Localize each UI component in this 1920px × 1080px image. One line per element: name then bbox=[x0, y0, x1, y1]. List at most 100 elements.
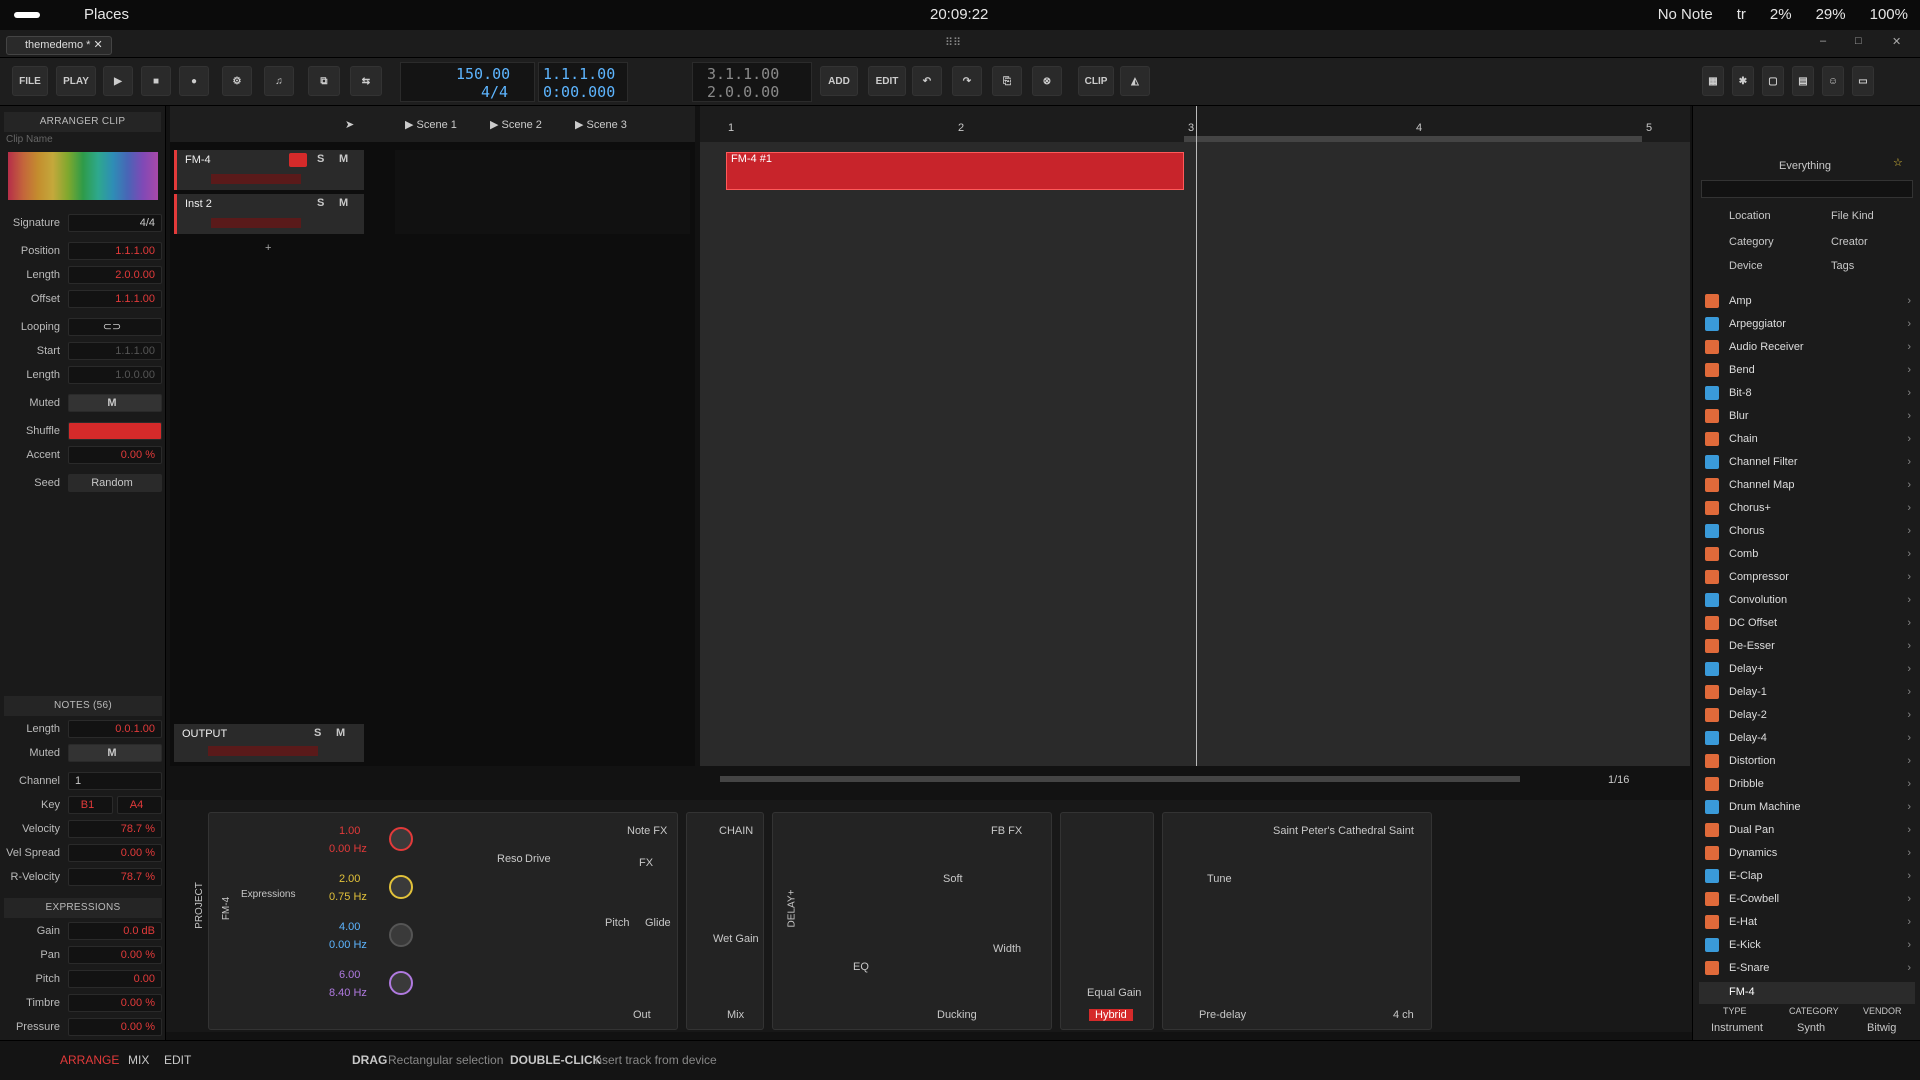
track-fm4-name[interactable]: FM-4 bbox=[185, 154, 211, 166]
monitor-icon[interactable]: ▭ bbox=[1852, 66, 1874, 96]
pitch-field[interactable]: 0.00 bbox=[68, 970, 162, 988]
browser-item[interactable]: Chain › bbox=[1705, 428, 1915, 450]
offset-field[interactable]: 1.1.1.00 bbox=[68, 290, 162, 308]
filter-creator[interactable]: Creator bbox=[1831, 236, 1868, 248]
browser-item[interactable]: DC Offset › bbox=[1705, 612, 1915, 634]
op1-hz[interactable]: 0.00 Hz bbox=[329, 843, 367, 855]
op2-hz[interactable]: 0.75 Hz bbox=[329, 891, 367, 903]
solo-button[interactable]: S bbox=[314, 727, 321, 739]
mix-tab[interactable]: MIX bbox=[128, 1053, 149, 1067]
grid-resolution[interactable]: 1/16 bbox=[1608, 774, 1629, 786]
clip-slots[interactable] bbox=[395, 150, 690, 234]
looping-toggle[interactable]: ⊂⊃ bbox=[68, 318, 162, 336]
record-icon[interactable]: ● bbox=[179, 66, 209, 96]
position-field[interactable]: 1.1.1.00 bbox=[68, 242, 162, 260]
file-button[interactable]: FILE bbox=[12, 66, 48, 96]
undo-icon[interactable]: ↶ bbox=[912, 66, 942, 96]
clock[interactable]: 20:09:22 bbox=[930, 6, 988, 23]
filter-category[interactable]: Category bbox=[1729, 236, 1774, 248]
op1-ratio[interactable]: 1.00 bbox=[339, 825, 360, 837]
signature-value[interactable]: 4/4 bbox=[481, 83, 508, 101]
duplicate-icon[interactable]: ⎘ bbox=[992, 66, 1022, 96]
solo-button[interactable]: S bbox=[317, 153, 324, 165]
favorite-star-icon[interactable]: ☆ bbox=[1893, 156, 1903, 169]
automation-icon[interactable]: ⚙ bbox=[222, 66, 252, 96]
selected-item[interactable]: FM-4 bbox=[1699, 982, 1915, 1004]
op4-ratio[interactable]: 6.00 bbox=[339, 969, 360, 981]
color-palette[interactable] bbox=[8, 152, 158, 200]
note-muted-button[interactable]: M bbox=[68, 744, 162, 762]
loop-region[interactable] bbox=[1184, 136, 1642, 142]
scroll-bar[interactable] bbox=[720, 776, 1520, 782]
browser-item[interactable]: Convolution › bbox=[1705, 589, 1915, 611]
op4-mod-knob[interactable] bbox=[389, 971, 413, 995]
browser-item[interactable]: Dynamics › bbox=[1705, 842, 1915, 864]
op2-mod-knob[interactable] bbox=[389, 875, 413, 899]
browser-item[interactable]: Dual Pan › bbox=[1705, 819, 1915, 841]
browser-item[interactable]: E-Snare › bbox=[1705, 957, 1915, 979]
ir-name[interactable]: Saint Peter's Cathedral Saint bbox=[1273, 825, 1414, 837]
note-length-field[interactable]: 0.0.1.00 bbox=[68, 720, 162, 738]
browser-panel-icon[interactable]: ✱ bbox=[1732, 66, 1754, 96]
arm-button[interactable] bbox=[289, 153, 307, 167]
time-value[interactable]: 0:00.000 bbox=[543, 83, 615, 101]
browser-item[interactable]: Amp › bbox=[1705, 290, 1915, 312]
dual-pan-device[interactable]: Equal Gain Hybrid bbox=[1060, 812, 1154, 1030]
play-menu-button[interactable]: PLAY bbox=[56, 66, 96, 96]
arrange-tab[interactable]: ARRANGE bbox=[60, 1053, 119, 1067]
op4-hz[interactable]: 8.40 Hz bbox=[329, 987, 367, 999]
browser-item[interactable]: Blur › bbox=[1705, 405, 1915, 427]
convolution-device[interactable]: Saint Peter's Cathedral Saint Tune Pre-d… bbox=[1162, 812, 1432, 1030]
chain-device[interactable]: CHAIN Wet Gain Mix bbox=[686, 812, 764, 1030]
muted-button[interactable]: M bbox=[68, 394, 162, 412]
note-fx-button[interactable]: Note FX bbox=[627, 825, 667, 837]
browser-item[interactable]: Distortion › bbox=[1705, 750, 1915, 772]
metronome-icon[interactable]: ♫ bbox=[264, 66, 294, 96]
punch-icon[interactable]: ⇆ bbox=[350, 66, 382, 96]
browser-item[interactable]: Compressor › bbox=[1705, 566, 1915, 588]
browser-item[interactable]: Channel Map › bbox=[1705, 474, 1915, 496]
keyboard-layout[interactable]: tr bbox=[1737, 6, 1746, 23]
browser-item[interactable]: E-Cowbell › bbox=[1705, 888, 1915, 910]
volume-meter[interactable] bbox=[211, 218, 301, 228]
equal-gain-button[interactable]: Equal Gain bbox=[1087, 987, 1141, 999]
track-inst2[interactable]: Inst 2 S M bbox=[174, 194, 364, 234]
track-fm4[interactable]: FM-4 S M bbox=[174, 150, 364, 190]
loop-start-value[interactable]: 3.1.1.00 bbox=[707, 65, 779, 83]
grid-handle-icon[interactable]: ⠿⠿ bbox=[945, 36, 961, 49]
track-output[interactable]: OUTPUT S M bbox=[174, 724, 364, 762]
signature-field[interactable]: 4/4 bbox=[68, 214, 162, 232]
pressure-field[interactable]: 0.00 % bbox=[68, 1018, 162, 1036]
stop-icon[interactable]: ■ bbox=[141, 66, 171, 96]
browser-item[interactable]: Audio Receiver › bbox=[1705, 336, 1915, 358]
add-button[interactable]: ADD bbox=[820, 66, 858, 96]
browser-item[interactable]: E-Hat › bbox=[1705, 911, 1915, 933]
r-velocity-field[interactable]: 78.7 % bbox=[68, 868, 162, 886]
minimize-icon[interactable]: – bbox=[1820, 35, 1826, 47]
filter-device[interactable]: Device bbox=[1729, 260, 1763, 272]
tempo-value[interactable]: 150.00 bbox=[456, 65, 510, 83]
solo-button[interactable]: S bbox=[317, 197, 324, 209]
vel-spread-field[interactable]: 0.00 % bbox=[68, 844, 162, 862]
app-name[interactable]: Places bbox=[84, 6, 129, 23]
scene-2[interactable]: ▶ Scene 2 bbox=[490, 118, 542, 131]
mute-button[interactable]: M bbox=[339, 197, 348, 209]
op3-ratio[interactable]: 4.00 bbox=[339, 921, 360, 933]
browser-item[interactable]: Dribble › bbox=[1705, 773, 1915, 795]
inspector-panel-icon[interactable]: ▢ bbox=[1762, 66, 1784, 96]
browser-item[interactable]: Bit-8 › bbox=[1705, 382, 1915, 404]
timbre-field[interactable]: 0.00 % bbox=[68, 994, 162, 1012]
clip-name-field[interactable]: Clip Name bbox=[6, 134, 162, 148]
hybrid-button[interactable]: Hybrid bbox=[1089, 1009, 1133, 1021]
chain-button[interactable]: CHAIN bbox=[719, 825, 753, 837]
browser-item[interactable]: Comb › bbox=[1705, 543, 1915, 565]
arranger-timeline[interactable]: 1 2 3 4 5 FM-4 #1 1/16 bbox=[700, 106, 1690, 786]
scene-1[interactable]: ▶ Scene 1 bbox=[405, 118, 457, 131]
channel-select[interactable]: 1 bbox=[68, 772, 162, 790]
filter-file-kind[interactable]: File Kind bbox=[1831, 210, 1874, 222]
op3-hz[interactable]: 0.00 Hz bbox=[329, 939, 367, 951]
overdub-icon[interactable]: ⧉ bbox=[308, 66, 340, 96]
user-icon[interactable]: ☺ bbox=[1822, 66, 1844, 96]
arranger-clip-fm4[interactable]: FM-4 #1 bbox=[726, 152, 1184, 190]
redo-icon[interactable]: ↷ bbox=[952, 66, 982, 96]
